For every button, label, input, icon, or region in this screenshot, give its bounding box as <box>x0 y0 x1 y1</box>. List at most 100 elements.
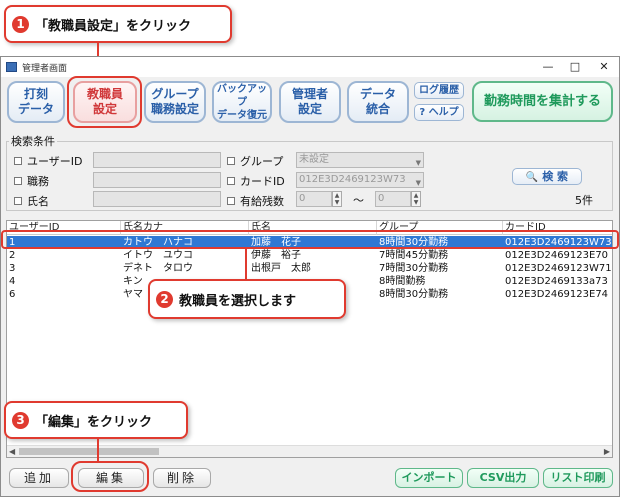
group-checkbox-box[interactable] <box>227 157 235 165</box>
backup-restore-button[interactable]: バックアップ データ復元 <box>212 81 272 123</box>
table-row[interactable]: 2 イトウ ユウコ 伊藤 裕子 7時間45分勤務 012E3D2469123E7… <box>7 249 612 262</box>
step2-callout: 2 教職員を選択します <box>148 279 346 319</box>
scroll-right-icon[interactable]: ▶ <box>604 446 610 457</box>
table-row[interactable]: 3 デネト タロウ 出根戸 太郎 7時間30分勤務 012E3D2469123W… <box>7 262 612 275</box>
position-input[interactable] <box>93 172 221 188</box>
cell-user-id: 4 <box>9 276 16 287</box>
admin-settings-line2: 設定 <box>297 102 322 116</box>
cell-name: 伊藤 裕子 <box>251 250 301 261</box>
user-id-checkbox-box[interactable] <box>14 157 22 165</box>
group-label: グループ <box>240 155 284 168</box>
user-id-label: ユーザーID <box>27 155 83 168</box>
csv-export-button[interactable]: CSV出力 <box>467 468 539 488</box>
delete-button[interactable]: 削除 <box>153 468 211 488</box>
card-id-label: カードID <box>240 175 285 188</box>
card-id-checkbox-box[interactable] <box>227 177 235 185</box>
cell-user-id: 3 <box>9 263 16 274</box>
group-settings-line1: グループ <box>151 87 199 101</box>
step1-callout: 1 「教職員設定」をクリック <box>4 5 232 43</box>
group-settings-line2: 職務設定 <box>150 102 199 116</box>
close-button[interactable]: ✕ <box>593 59 615 75</box>
step1-text: 「教職員設定」をクリック <box>35 18 192 34</box>
chevron-down-icon: ▼ <box>415 159 421 167</box>
search-button[interactable]: 🔍 検 索 <box>512 168 582 185</box>
step3-callout: 3 「編集」をクリック <box>4 401 188 439</box>
selected-row-highlight <box>1 230 619 249</box>
result-count: 5件 <box>575 194 593 207</box>
paid-leave-to-value: 0 <box>378 193 385 204</box>
card-id-select-value: 012E3D2469123W73 <box>299 174 406 185</box>
group-select-value: 未設定 <box>299 154 329 165</box>
maximize-button[interactable]: □ <box>564 59 586 75</box>
name-label: 氏名 <box>27 195 49 208</box>
cell-group: 8時間30分勤務 <box>379 289 449 300</box>
cell-card-id: 012E3D2469123E74 <box>505 289 609 300</box>
paid-leave-label: 有給残数 <box>240 195 284 208</box>
position-checkbox-box[interactable] <box>14 177 22 185</box>
step3-connector <box>97 439 99 461</box>
chevron-down-icon: ▼ <box>415 179 421 187</box>
paid-leave-from-input[interactable]: 0 <box>296 191 332 207</box>
scrollbar-thumb[interactable] <box>19 448 159 455</box>
search-button-label: 検 索 <box>542 170 569 183</box>
cell-group: 7時間45分勤務 <box>379 250 449 261</box>
paid-leave-to-spinner[interactable]: ▲ ▼ <box>411 191 421 207</box>
admin-settings-line1: 管理者 <box>291 87 328 101</box>
import-button[interactable]: インポート <box>395 468 463 488</box>
name-checkbox-box[interactable] <box>14 197 22 205</box>
step2-connector <box>245 249 247 279</box>
paid-leave-from-value: 0 <box>299 193 306 204</box>
paid-leave-checkbox-box[interactable] <box>227 197 235 205</box>
cell-user-id: 6 <box>9 289 16 300</box>
data-merge-line1: データ <box>359 87 396 101</box>
cell-kana: イトウ ユウコ <box>123 250 193 261</box>
user-id-checkbox[interactable]: ユーザーID <box>14 153 83 169</box>
user-id-input[interactable] <box>93 152 221 168</box>
cell-group: 7時間30分勤務 <box>379 263 449 274</box>
clock-data-line1: 打刻 <box>23 87 48 101</box>
step1-number: 1 <box>12 15 29 33</box>
position-checkbox[interactable]: 職務 <box>14 173 49 189</box>
app-icon <box>6 62 17 72</box>
cell-card-id: 012E3D2469123E70 <box>505 250 609 261</box>
search-conditions-legend: 検索条件 <box>9 133 57 149</box>
card-id-checkbox[interactable]: カードID <box>227 173 285 189</box>
group-settings-button[interactable]: グループ 職務設定 <box>144 81 206 123</box>
minimize-button[interactable]: — <box>537 59 559 75</box>
aggregate-hours-button[interactable]: 勤務時間を集計する <box>472 81 613 122</box>
group-checkbox[interactable]: グループ <box>227 153 283 169</box>
position-label: 職務 <box>27 175 49 188</box>
group-select[interactable]: 未設定 ▼ <box>296 152 424 168</box>
admin-settings-button[interactable]: 管理者 設定 <box>279 81 341 123</box>
clock-data-line2: データ <box>17 102 54 116</box>
cell-card-id: 012E3D2469123W71 <box>505 263 612 274</box>
log-history-button[interactable]: ログ履歴 <box>414 82 464 99</box>
step2-text: 教職員を選択します <box>179 293 297 309</box>
window-title: 管理者画面 <box>22 64 68 74</box>
paid-leave-to-input[interactable]: 0 <box>375 191 411 207</box>
step3-number: 3 <box>12 411 29 429</box>
cell-name: 出根戸 太郎 <box>251 263 311 274</box>
edit-button-highlight <box>71 461 149 492</box>
card-id-select[interactable]: 012E3D2469123W73 ▼ <box>296 172 424 188</box>
data-merge-line2: 統合 <box>365 102 390 116</box>
title-bar: 管理者画面 — □ ✕ <box>1 57 619 77</box>
cell-user-id: 2 <box>9 250 16 261</box>
backup-restore-line1: バックアップ <box>217 83 267 108</box>
scroll-left-icon[interactable]: ◀ <box>9 446 15 457</box>
clock-data-button[interactable]: 打刻 データ <box>7 81 65 123</box>
search-icon: 🔍 <box>525 172 539 183</box>
add-button[interactable]: 追加 <box>9 468 69 488</box>
staff-settings-highlight <box>67 76 142 128</box>
paid-leave-checkbox[interactable]: 有給残数 <box>227 193 284 209</box>
cell-card-id: 012E3D2469133a73 <box>505 276 608 287</box>
backup-restore-line2: データ復元 <box>217 109 267 121</box>
print-list-button[interactable]: リスト印刷 <box>543 468 613 488</box>
cell-kana: デネト タロウ <box>123 263 193 274</box>
data-merge-button[interactable]: データ 統合 <box>347 81 409 123</box>
paid-leave-from-spinner[interactable]: ▲ ▼ <box>332 191 342 207</box>
name-checkbox[interactable]: 氏名 <box>14 193 49 209</box>
help-button[interactable]: ? ヘルプ <box>414 104 464 121</box>
name-input[interactable] <box>93 191 221 207</box>
cell-group: 8時間勤務 <box>379 276 426 287</box>
